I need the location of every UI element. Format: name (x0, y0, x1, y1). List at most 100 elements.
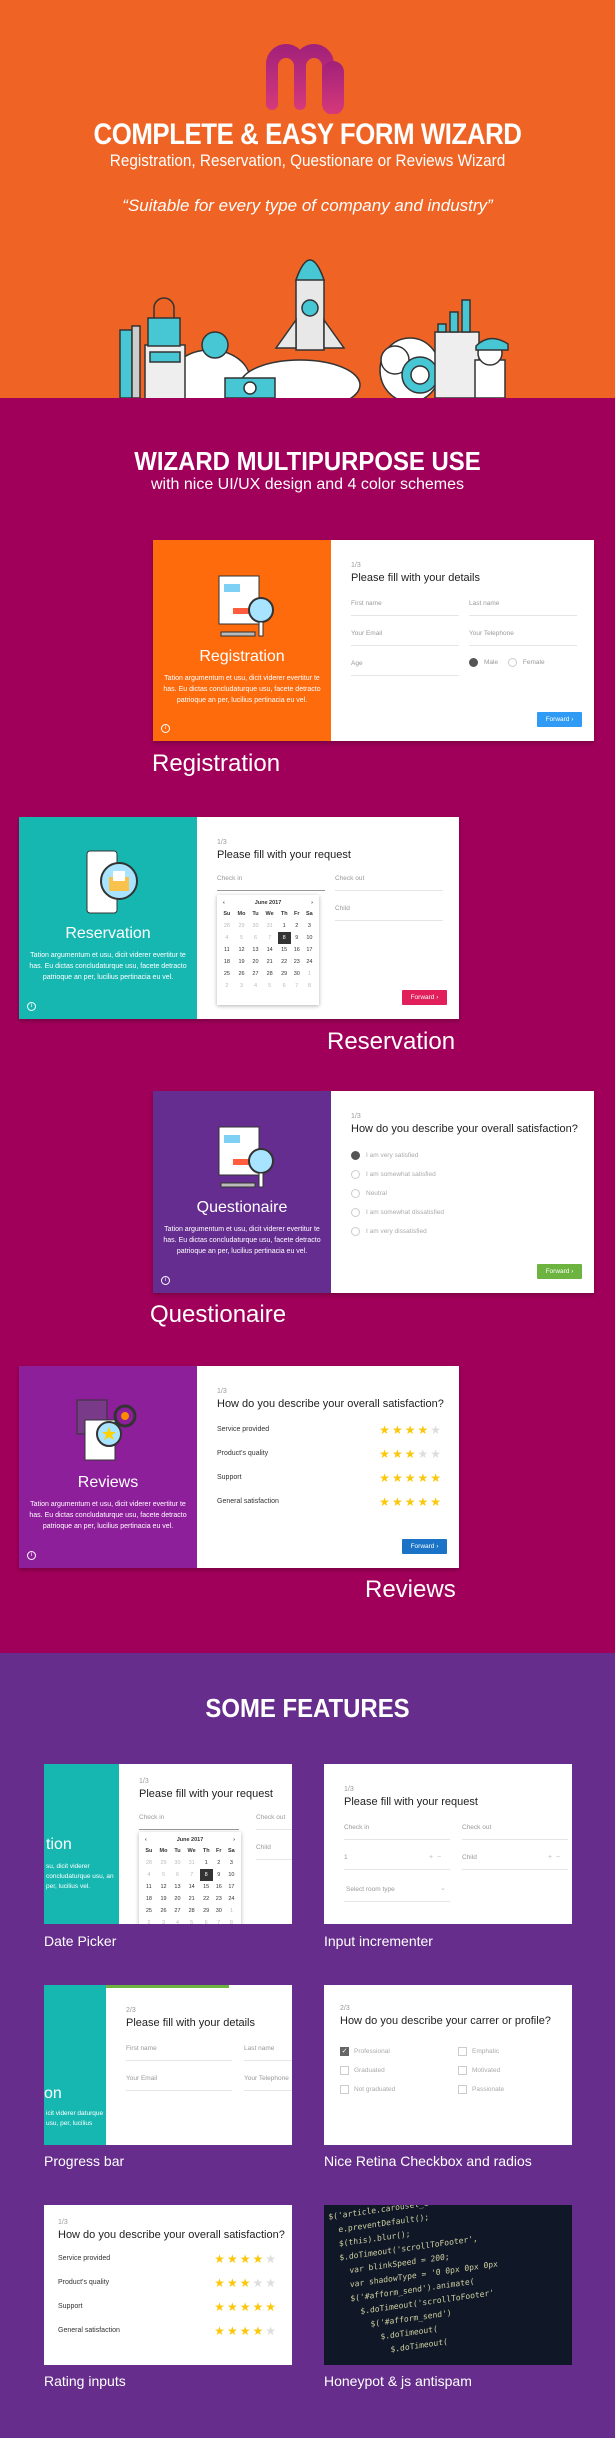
calendar-day[interactable]: 3 (225, 1857, 238, 1869)
star-icon[interactable]: ★ (417, 1495, 430, 1509)
star-rating[interactable]: ★★★★★ (379, 1447, 443, 1461)
star-icon[interactable]: ★ (252, 2300, 265, 2314)
star-icon[interactable]: ★ (405, 1495, 418, 1509)
calendar-day[interactable]: 6 (278, 980, 291, 992)
prev-month-icon[interactable]: ‹ (145, 1837, 147, 1843)
calendar-day[interactable]: 30 (249, 920, 261, 932)
calendar-day[interactable]: 16 (213, 1881, 225, 1893)
checkbox[interactable] (340, 2085, 349, 2094)
calendar-day[interactable]: 21 (262, 956, 278, 968)
calendar-day[interactable]: 19 (234, 956, 250, 968)
telephone-field[interactable]: Your Telephone (244, 2075, 292, 2091)
calendar-day[interactable]: 8 (199, 1869, 213, 1881)
star-icon[interactable]: ★ (252, 2276, 265, 2290)
radio[interactable] (351, 1151, 360, 1160)
star-icon[interactable]: ★ (240, 2300, 253, 2314)
star-icon[interactable]: ★ (240, 2252, 253, 2266)
info-icon[interactable]: i (27, 1002, 36, 1011)
calendar-day[interactable]: 9 (291, 932, 303, 944)
calendar-day[interactable]: 7 (262, 932, 278, 944)
star-icon[interactable]: ★ (214, 2324, 227, 2338)
calendar-day[interactable]: 22 (278, 956, 291, 968)
calendar-day[interactable]: 2 (291, 920, 303, 932)
star-icon[interactable]: ★ (430, 1495, 443, 1509)
check-in-field[interactable]: Check in (344, 1824, 450, 1840)
forward-button[interactable]: Forward › (402, 990, 447, 1005)
star-rating[interactable]: ★★★★★ (214, 2300, 278, 2314)
star-icon[interactable]: ★ (252, 2252, 265, 2266)
calendar-day[interactable]: 28 (220, 920, 234, 932)
calendar-day[interactable]: 26 (156, 1905, 172, 1917)
calendar-day[interactable]: 18 (142, 1893, 156, 1905)
star-icon[interactable]: ★ (252, 2324, 265, 2338)
calendar-day[interactable]: 30 (171, 1857, 183, 1869)
star-icon[interactable]: ★ (214, 2252, 227, 2266)
checkbox-option[interactable]: Graduated (340, 2066, 385, 2075)
info-icon[interactable]: i (161, 724, 170, 733)
star-icon[interactable]: ★ (227, 2324, 240, 2338)
calendar-day[interactable]: 2 (220, 980, 234, 992)
calendar-day[interactable]: 28 (262, 968, 278, 980)
calendar-day[interactable]: 31 (184, 1857, 200, 1869)
checkbox[interactable]: ✓ (340, 2047, 349, 2056)
calendar-day[interactable]: 17 (225, 1881, 238, 1893)
calendar-day[interactable]: 1 (200, 1857, 213, 1869)
check-in-field[interactable]: Check in (217, 875, 325, 891)
calendar-day[interactable]: 6 (171, 1869, 183, 1881)
star-rating[interactable]: ★★★★★ (379, 1495, 443, 1509)
calendar-day[interactable]: 8 (225, 1917, 238, 1924)
last-name-field[interactable]: Last name (244, 2045, 292, 2061)
calendar-day[interactable]: 4 (171, 1917, 183, 1924)
calendar-day[interactable]: 27 (249, 968, 261, 980)
calendar-day[interactable]: 6 (200, 1917, 213, 1924)
checkbox[interactable] (340, 2066, 349, 2075)
calendar-day[interactable]: 29 (234, 920, 250, 932)
checkbox-option[interactable]: Motivated (458, 2066, 500, 2075)
star-rating[interactable]: ★★★★★ (379, 1471, 443, 1485)
info-icon[interactable]: i (27, 1551, 36, 1560)
calendar-day[interactable]: 29 (156, 1857, 172, 1869)
calendar-day[interactable]: 1 (303, 968, 316, 980)
calendar-day[interactable]: 7 (184, 1869, 200, 1881)
star-icon[interactable]: ★ (379, 1495, 392, 1509)
calendar-day[interactable]: 3 (234, 980, 250, 992)
checkbox-option[interactable]: ✓ Professional (340, 2047, 390, 2056)
star-icon[interactable]: ★ (265, 2276, 278, 2290)
star-icon[interactable]: ★ (227, 2300, 240, 2314)
calendar-day[interactable]: 19 (156, 1893, 172, 1905)
calendar-day[interactable]: 1 (278, 920, 291, 932)
date-picker[interactable]: ‹ June 2017 › Su Mo Tu We Th Fr Sa 28 29 30 31 1 2 3 4 5 6… (217, 895, 319, 1005)
radio[interactable] (351, 1208, 360, 1217)
next-month-icon[interactable]: › (233, 1837, 235, 1843)
calendar-day[interactable]: 24 (225, 1893, 238, 1905)
calendar-day[interactable]: 23 (213, 1893, 225, 1905)
calendar-day[interactable]: 30 (291, 968, 303, 980)
star-icon[interactable]: ★ (379, 1447, 392, 1461)
first-name-field[interactable]: First name (126, 2045, 232, 2061)
radio[interactable] (351, 1227, 360, 1236)
star-icon[interactable]: ★ (265, 2252, 278, 2266)
next-month-icon[interactable]: › (311, 900, 313, 906)
calendar-day[interactable]: 28 (142, 1857, 156, 1869)
star-icon[interactable]: ★ (392, 1495, 405, 1509)
calendar-day[interactable]: 23 (291, 956, 303, 968)
calendar-day[interactable]: 7 (291, 980, 303, 992)
calendar-day[interactable]: 9 (213, 1869, 225, 1881)
calendar-day[interactable]: 6 (249, 932, 261, 944)
star-rating[interactable]: ★★★★★ (214, 2324, 278, 2338)
star-icon[interactable]: ★ (392, 1447, 405, 1461)
checkbox[interactable] (458, 2047, 467, 2056)
calendar-day[interactable]: 20 (249, 956, 261, 968)
star-icon[interactable]: ★ (430, 1471, 443, 1485)
calendar-day[interactable]: 13 (249, 944, 261, 956)
calendar-day[interactable]: 10 (303, 932, 316, 944)
calendar-day[interactable]: 31 (262, 920, 278, 932)
star-icon[interactable]: ★ (265, 2324, 278, 2338)
checkbox-option[interactable]: Emphatic (458, 2047, 499, 2056)
satisfaction-option[interactable]: Neutral (351, 1189, 387, 1198)
star-icon[interactable]: ★ (227, 2252, 240, 2266)
stepper-plus-minus-icon[interactable]: + − (548, 1854, 560, 1861)
star-icon[interactable]: ★ (240, 2276, 253, 2290)
star-rating[interactable]: ★★★★★ (214, 2252, 278, 2266)
star-icon[interactable]: ★ (405, 1423, 418, 1437)
